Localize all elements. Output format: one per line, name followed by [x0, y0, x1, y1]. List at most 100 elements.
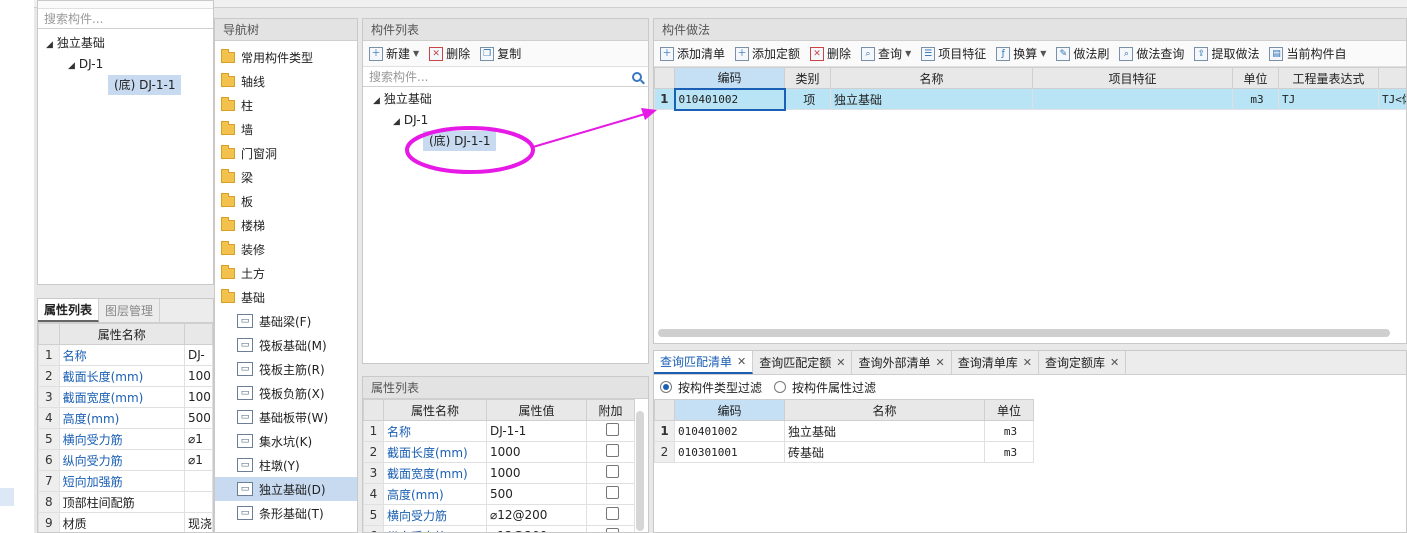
collapse-triangle-icon[interactable]: ◢: [393, 117, 400, 127]
close-icon[interactable]: ✕: [1023, 356, 1032, 369]
nav-folder[interactable]: 基础: [215, 285, 357, 309]
extra-checkbox[interactable]: [605, 486, 619, 499]
close-icon[interactable]: ✕: [836, 356, 845, 369]
nav-folder[interactable]: 常用构件类型: [215, 45, 357, 69]
left-prop-row[interactable]: 2 截面长度(mm) 100: [38, 365, 213, 387]
query-unit[interactable]: m3: [984, 420, 1034, 442]
nav-folder[interactable]: 柱: [215, 93, 357, 117]
tab-property-list[interactable]: 属性列表: [38, 299, 100, 322]
left-prop-row[interactable]: 4 高度(mm) 500: [38, 407, 213, 429]
nav-sub-item[interactable]: ▭ 筏板主筋(R): [215, 357, 357, 381]
collapse-triangle-icon[interactable]: ◢: [68, 61, 75, 71]
method-tool-button[interactable]: ☰ 项目特征: [921, 45, 986, 62]
prop-value[interactable]: 1000: [486, 441, 587, 463]
filter-attr-radio[interactable]: [774, 381, 787, 393]
nav-sub-item[interactable]: ▭ 筏板基础(M): [215, 333, 357, 357]
extra-checkbox[interactable]: [605, 528, 619, 532]
prop-row[interactable]: 4 高度(mm) 500: [363, 483, 635, 505]
prop-row[interactable]: 3 截面宽度(mm) 1000: [363, 462, 635, 484]
nav-sub-item[interactable]: ▭ 基础梁(F): [215, 309, 357, 333]
prop-value[interactable]: [183, 470, 213, 492]
prop-value[interactable]: ⌀12@200: [486, 525, 587, 532]
new-button[interactable]: ＋新建 ▼: [369, 45, 419, 62]
query-tab[interactable]: 查询外部清单 ✕: [852, 351, 952, 374]
query-tab[interactable]: 查询匹配定额 ✕: [753, 351, 853, 374]
dropdown-icon[interactable]: ▼: [413, 49, 419, 58]
prop-value[interactable]: ⌀1: [183, 428, 213, 450]
prop-value[interactable]: DJ-: [183, 344, 213, 366]
prop-row[interactable]: 5 横向受力筋 ⌀12@200: [363, 504, 635, 526]
dropdown-icon[interactable]: ▼: [905, 49, 911, 58]
left-prop-row[interactable]: 7 短向加强筋: [38, 470, 213, 492]
dropdown-icon[interactable]: ▼: [1040, 49, 1046, 58]
nav-folder[interactable]: 楼梯: [215, 213, 357, 237]
prop-value[interactable]: [183, 491, 213, 513]
tab-layer-manage[interactable]: 图层管理: [99, 299, 161, 322]
tree-root[interactable]: ◢ 独立基础: [46, 33, 213, 54]
extra-checkbox[interactable]: [605, 465, 619, 478]
search-icon[interactable]: [632, 71, 642, 82]
nav-folder[interactable]: 墙: [215, 117, 357, 141]
left-prop-row[interactable]: 5 横向受力筋 ⌀1: [38, 428, 213, 450]
prop-row[interactable]: 1 名称 DJ-1-1: [363, 420, 635, 442]
query-tab[interactable]: 查询定额库 ✕: [1039, 351, 1127, 374]
method-row[interactable]: 1 010401002 项 独立基础 m3 TJ TJ<体: [654, 87, 1406, 111]
left-prop-row[interactable]: 1 名称 DJ-: [38, 344, 213, 366]
comp-tree-root[interactable]: ◢ 独立基础: [373, 89, 648, 110]
prop-value[interactable]: DJ-1-1: [486, 420, 587, 442]
close-icon[interactable]: ✕: [1110, 356, 1119, 369]
method-tool-button[interactable]: ＋添加清单: [660, 45, 725, 62]
comp-tree-leaf[interactable]: (底) DJ-1-1: [373, 131, 648, 152]
left-prop-row[interactable]: 8 顶部柱间配筋: [38, 491, 213, 513]
tree-leaf[interactable]: (底) DJ-1-1: [46, 75, 213, 96]
nav-sub-item[interactable]: ▭ 独立基础(D): [215, 477, 357, 501]
method-tool-button[interactable]: ▤ 当前构件自: [1269, 45, 1346, 62]
close-icon[interactable]: ✕: [737, 355, 746, 368]
nav-folder[interactable]: 装修: [215, 237, 357, 261]
prop-value[interactable]: ⌀1: [183, 449, 213, 471]
collapse-triangle-icon[interactable]: ◢: [373, 96, 380, 106]
query-code[interactable]: 010401002: [674, 420, 785, 442]
query-tab[interactable]: 查询匹配清单 ✕: [654, 351, 754, 374]
nav-folder[interactable]: 门窗洞: [215, 141, 357, 165]
filter-type-radio[interactable]: [660, 381, 672, 393]
prop-value[interactable]: 现浇: [183, 512, 213, 532]
nav-sub-item[interactable]: ▭ 柱墩(Y): [215, 453, 357, 477]
prop-value[interactable]: 100: [183, 386, 213, 408]
prop-value[interactable]: 1000: [486, 462, 587, 484]
nav-sub-item[interactable]: ▭ 条形基础(T): [215, 501, 357, 525]
prop-value[interactable]: 100: [183, 365, 213, 387]
nav-folder[interactable]: 土方: [215, 261, 357, 285]
copy-button[interactable]: ❐ 复制: [480, 45, 521, 62]
nav-sub-item[interactable]: ▭ 集水坑(K): [215, 429, 357, 453]
nav-sub-item[interactable]: ▭ 基础板带(W): [215, 405, 357, 429]
comp-search-input[interactable]: 搜索构件...: [363, 67, 648, 87]
extra-checkbox[interactable]: [605, 507, 619, 520]
prop-value[interactable]: 500: [183, 407, 213, 429]
prop-value[interactable]: ⌀12@200: [486, 504, 587, 526]
nav-sub-item[interactable]: ▭ 筏板负筋(X): [215, 381, 357, 405]
query-row[interactable]: 1 010401002 独立基础 m3: [654, 420, 1034, 442]
tree-child[interactable]: ◢ DJ-1: [46, 54, 213, 75]
prop-row[interactable]: 2 截面长度(mm) 1000: [363, 441, 635, 463]
query-tab[interactable]: 查询清单库 ✕: [952, 351, 1039, 374]
query-code[interactable]: 010301001: [674, 441, 785, 463]
query-name[interactable]: 独立基础: [784, 420, 985, 442]
left-prop-row[interactable]: 9 材质 现浇: [38, 512, 213, 532]
nav-folder[interactable]: 板: [215, 189, 357, 213]
query-name[interactable]: 砖基础: [784, 441, 985, 463]
method-tool-button[interactable]: ✎ 做法刷: [1056, 45, 1109, 62]
left-prop-row[interactable]: 6 纵向受力筋 ⌀1: [38, 449, 213, 471]
method-tool-button[interactable]: ⌕ 查询 ▼: [861, 45, 911, 62]
method-tool-button[interactable]: ⇪ 提取做法: [1194, 45, 1259, 62]
query-unit[interactable]: m3: [984, 441, 1034, 463]
method-horizontal-scrollbar[interactable]: [658, 329, 1390, 337]
close-icon[interactable]: ✕: [935, 356, 944, 369]
prop-row[interactable]: 6纵向受力筋⌀12@200: [363, 525, 635, 532]
method-tool-button[interactable]: ✕ 删除: [810, 45, 851, 62]
property-scrollbar[interactable]: [636, 411, 644, 531]
method-tool-button[interactable]: ⌕ 做法查询: [1119, 45, 1184, 62]
prop-value[interactable]: 500: [486, 483, 587, 505]
left-prop-row[interactable]: 3 截面宽度(mm) 100: [38, 386, 213, 408]
nav-folder[interactable]: 梁: [215, 165, 357, 189]
